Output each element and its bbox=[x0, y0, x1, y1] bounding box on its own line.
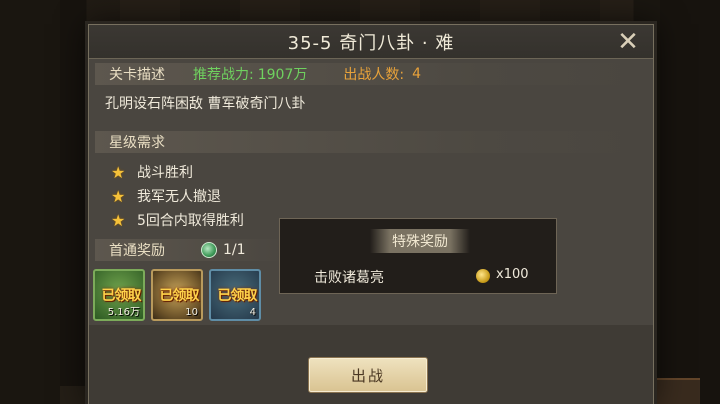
reward-qty: 10 bbox=[185, 307, 198, 318]
claimed-label: 已领取 bbox=[217, 288, 258, 304]
special-reward-popup: 特殊奖励 击败诸葛亮 x100 bbox=[279, 218, 557, 294]
first-clear-reward-label: 首通奖励 bbox=[109, 243, 165, 259]
special-reward-qty: x100 bbox=[496, 267, 529, 282]
star-requirement-item: ★ 我军无人撤退 bbox=[111, 186, 221, 206]
reward-qty: 5.16万 bbox=[107, 307, 140, 318]
star-icon: ★ bbox=[111, 186, 126, 206]
first-clear-count: 1/1 bbox=[223, 242, 246, 258]
special-reward-condition: 击败诸葛亮 bbox=[314, 270, 384, 286]
reward-qty: 4 bbox=[249, 307, 256, 318]
close-icon[interactable]: ✕ bbox=[615, 29, 641, 55]
deploy-count-label: 出战人数: bbox=[343, 67, 405, 83]
star-icon: ★ bbox=[111, 210, 126, 230]
star-requirement-item: ★ 战斗胜利 bbox=[111, 162, 193, 182]
first-clear-reward-bar: 首通奖励 1/1 bbox=[95, 239, 285, 261]
deploy-count-value: 4 bbox=[412, 66, 421, 82]
recommended-power-value: 1907万 bbox=[257, 67, 308, 83]
reward-item-coin[interactable]: 已领取 10 bbox=[151, 269, 203, 321]
special-reward-header: 特殊奖励 bbox=[370, 229, 470, 253]
jade-icon bbox=[201, 242, 217, 258]
special-reward-title: 特殊奖励 bbox=[392, 234, 448, 250]
stage-description: 孔明设石阵困敌 曹军破奇门八卦 bbox=[105, 96, 306, 112]
recommended-power-label: 推荐战力: bbox=[193, 67, 254, 83]
stage-info-bar: 关卡描述 推荐战力: 1907万 出战人数: 4 bbox=[95, 63, 649, 85]
stage-description-label: 关卡描述 bbox=[109, 67, 165, 83]
reward-item-silver[interactable]: 已领取 5.16万 bbox=[93, 269, 145, 321]
claimed-label: 已领取 bbox=[101, 288, 142, 304]
reward-item-material[interactable]: 已领取 4 bbox=[209, 269, 261, 321]
star-requirement-bar: 星级需求 bbox=[95, 131, 649, 153]
stage-info-dialog: 35-5 奇门八卦 · 难 ✕ 关卡描述 推荐战力: 1907万 出战人数: 4… bbox=[88, 24, 654, 404]
stage-title: 35-5 奇门八卦 · 难 bbox=[287, 32, 455, 54]
coin-icon bbox=[476, 269, 490, 283]
star-requirement-item: ★ 5回合内取得胜利 bbox=[111, 210, 244, 230]
star-requirement-label: 星级需求 bbox=[109, 135, 165, 151]
star-icon: ★ bbox=[111, 162, 126, 182]
claimed-label: 已领取 bbox=[159, 288, 200, 304]
dialog-titlebar: 35-5 奇门八卦 · 难 ✕ bbox=[89, 25, 653, 59]
deploy-button[interactable]: 出战 bbox=[308, 357, 428, 393]
